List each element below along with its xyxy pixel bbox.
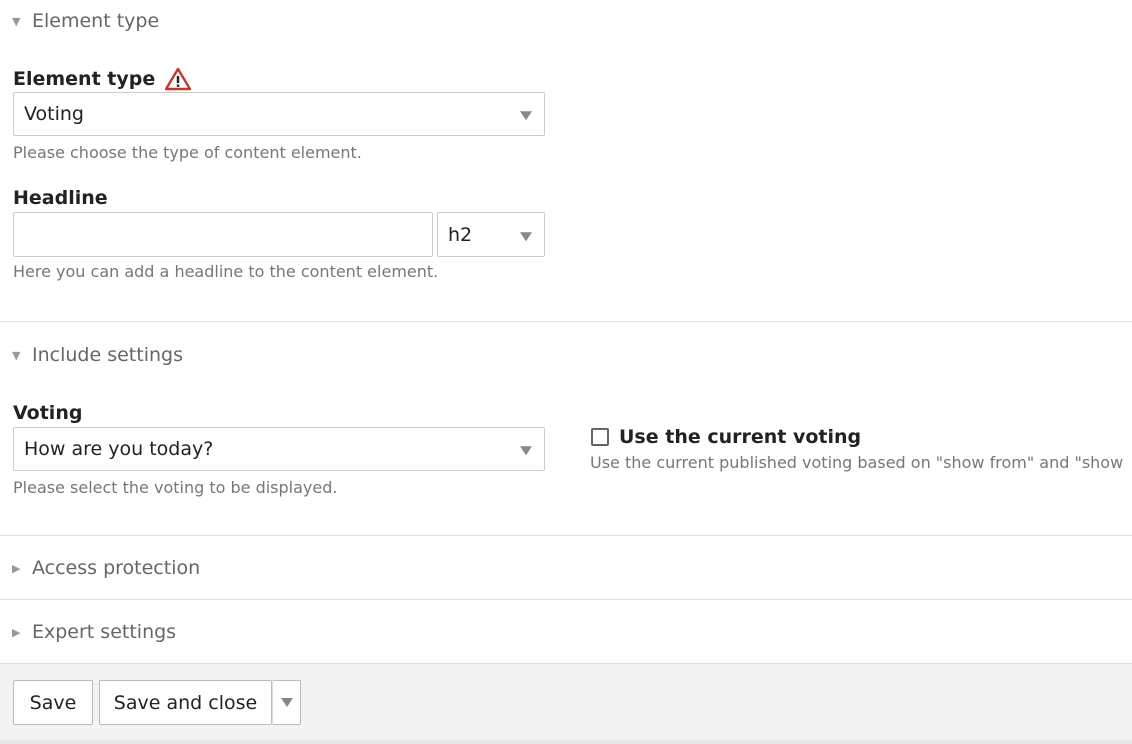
headline-level-value: h2 <box>448 223 473 246</box>
chevron-down-icon <box>280 698 293 707</box>
voting-select-value: How are you today? <box>24 438 214 460</box>
legend-access-protection-label: Access protection <box>32 557 201 579</box>
current-voting-label[interactable]: Use the current voting <box>619 426 861 448</box>
voting-label: Voting <box>13 402 83 424</box>
chevron-down-icon <box>520 446 532 456</box>
element-type-select-value: Voting <box>24 103 84 125</box>
legend-include-settings-label: Include settings <box>32 344 183 366</box>
voting-select[interactable]: How are you today? <box>13 427 545 471</box>
fieldset-include-settings: ▼ Include settings Voting How are you to… <box>0 322 1132 536</box>
legend-expert-settings[interactable]: ▶ Expert settings <box>12 621 176 643</box>
save-and-close-button[interactable]: Save and close <box>99 680 272 725</box>
legend-include-settings[interactable]: ▼ Include settings <box>12 344 183 366</box>
current-voting-checkbox[interactable] <box>591 428 609 446</box>
current-voting-help: Use the current published voting based o… <box>590 453 1124 472</box>
legend-element-type-label: Element type <box>32 10 160 32</box>
legend-element-type[interactable]: ▼ Element type <box>12 10 159 32</box>
bottom-divider <box>0 740 1132 744</box>
save-button[interactable]: Save <box>13 680 93 725</box>
headline-input[interactable] <box>13 212 433 257</box>
element-type-select[interactable]: Voting <box>13 92 545 136</box>
chevron-down-icon <box>520 111 532 121</box>
legend-access-protection[interactable]: ▶ Access protection <box>12 557 200 579</box>
triangle-right-icon: ▶ <box>12 561 21 575</box>
triangle-down-icon: ▼ <box>12 14 21 28</box>
headline-help: Here you can add a headline to the conte… <box>13 262 439 281</box>
fieldset-access-protection: ▶ Access protection <box>0 536 1132 600</box>
submit-container: Save Save and close <box>0 663 1132 741</box>
element-type-help: Please choose the type of content elemen… <box>13 143 362 162</box>
fieldset-element-type: ▼ Element type Element type Voting Pleas… <box>0 0 1132 322</box>
headline-level-select[interactable]: h2 <box>437 212 545 257</box>
element-type-label-row: Element type <box>13 67 192 91</box>
fieldset-expert-settings: ▶ Expert settings <box>0 600 1132 663</box>
more-save-options-button[interactable] <box>272 680 301 725</box>
voting-help: Please select the voting to be displayed… <box>13 478 338 497</box>
warning-icon <box>165 67 192 91</box>
element-type-label: Element type <box>13 68 156 90</box>
legend-expert-settings-label: Expert settings <box>32 621 177 643</box>
headline-label: Headline <box>13 187 108 209</box>
triangle-right-icon: ▶ <box>12 625 21 639</box>
chevron-down-icon <box>520 231 532 241</box>
triangle-down-icon: ▼ <box>12 348 21 362</box>
